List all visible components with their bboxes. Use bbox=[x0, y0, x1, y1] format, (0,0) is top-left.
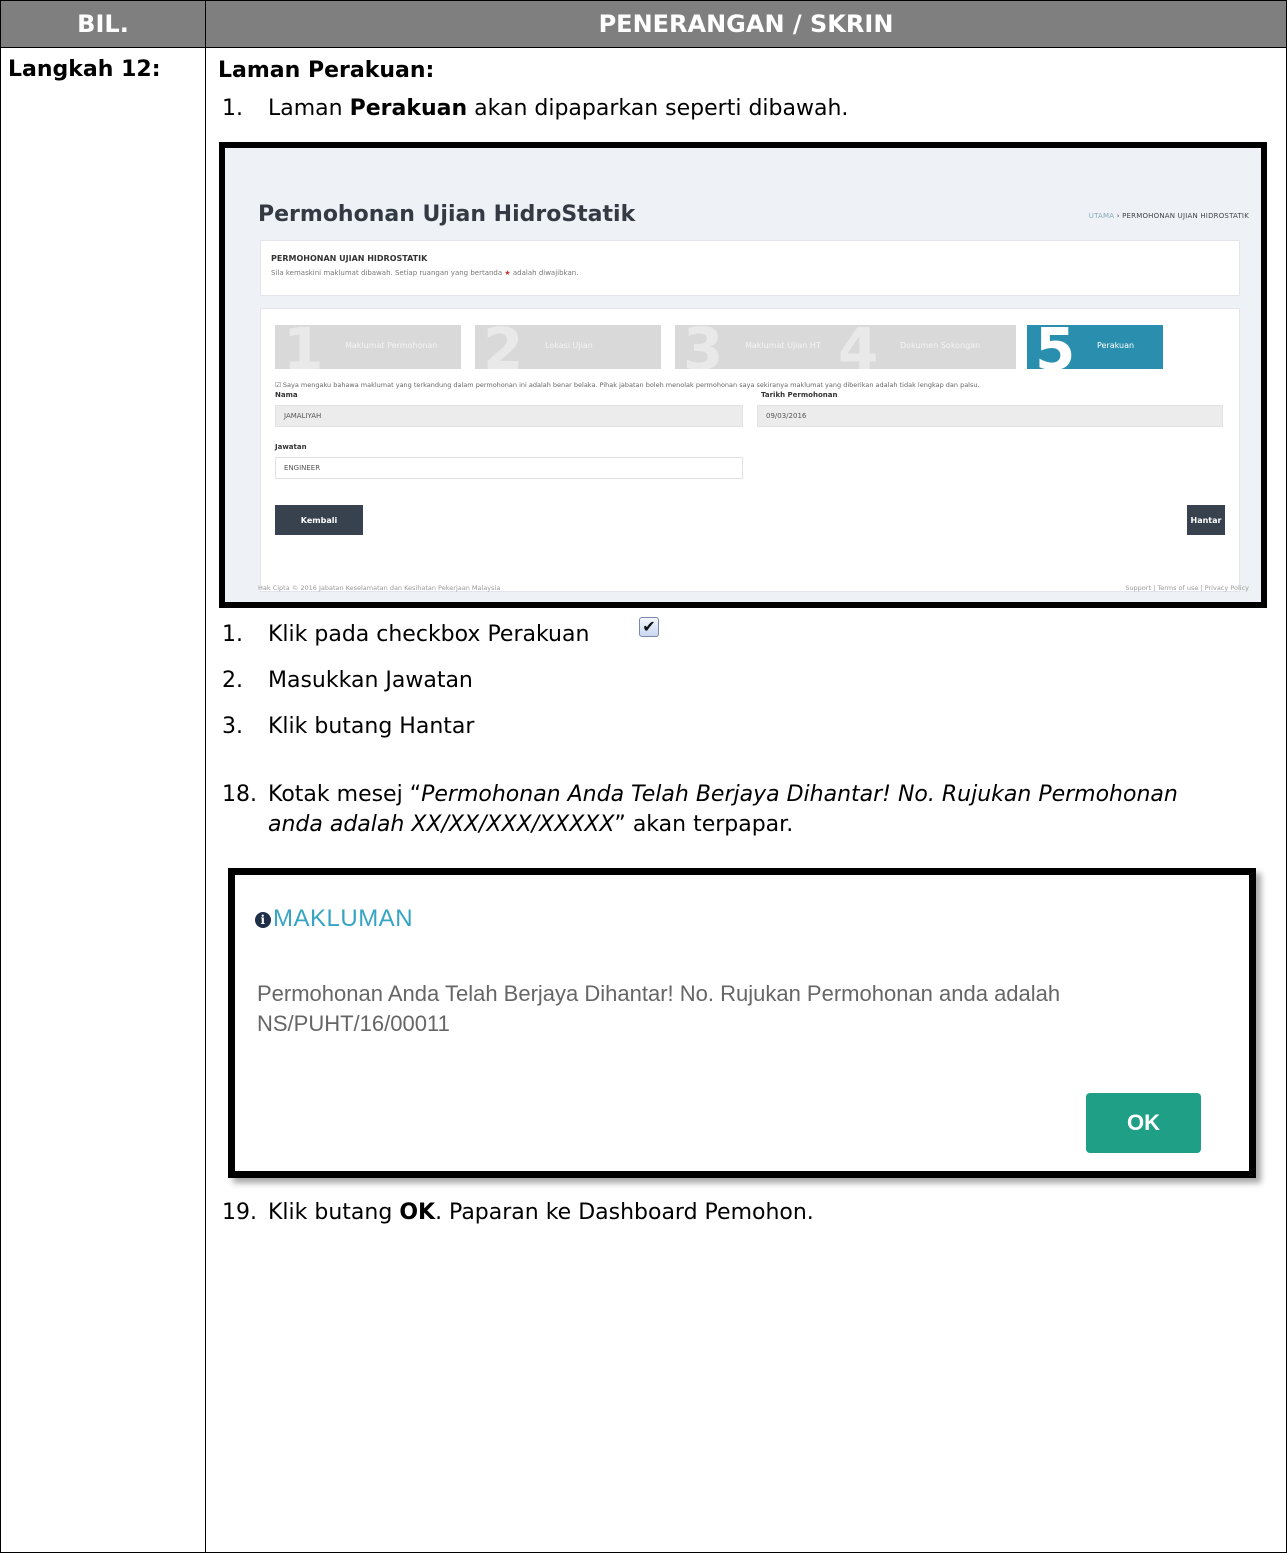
declaration-checkbox-text[interactable]: ☑ Saya mengaku bahawa maklumat yang terk… bbox=[275, 381, 980, 389]
info-circle-icon: i bbox=[255, 912, 271, 928]
hantar-button[interactable]: Hantar bbox=[1187, 505, 1225, 535]
step-18-post: ” akan terpapar. bbox=[614, 812, 794, 837]
instruction-number: 2. bbox=[222, 668, 243, 693]
makluman-dialog-screenshot: i MAKLUMAN Permohonan Anda Telah Berjaya … bbox=[228, 868, 1256, 1178]
instruction-text: Masukkan Jawatan bbox=[268, 668, 473, 693]
checked-checkbox-icon: ✔ bbox=[639, 617, 659, 637]
footer-links[interactable]: Support | Terms of use | Privacy Policy bbox=[1125, 584, 1249, 592]
panel-subtitle: Sila kemaskini maklumat dibawah. Setiap … bbox=[271, 269, 578, 277]
step-number: 5 bbox=[1035, 325, 1076, 369]
instruction-number: 3. bbox=[222, 714, 243, 739]
description-cell: Laman Perakuan: 1. Laman Perakuan akan d… bbox=[205, 47, 1287, 1553]
step-number: 2 bbox=[483, 325, 524, 369]
intro-bold: Perakuan bbox=[349, 96, 468, 121]
ok-button[interactable]: OK bbox=[1086, 1093, 1201, 1153]
step-18-italic-2: anda adalah XX/XX/XXX/XXXXX bbox=[268, 812, 615, 837]
wizard-step-4[interactable]: 4 Dokumen Sokongan bbox=[830, 325, 1016, 369]
app-page-title: Permohonan Ujian HidroStatik bbox=[258, 202, 636, 227]
intro-text: Laman Perakuan akan dipaparkan seperti d… bbox=[268, 94, 848, 124]
kembali-button[interactable]: Kembali bbox=[275, 505, 363, 535]
instruction-text: Klik butang Hantar bbox=[268, 714, 475, 739]
step-label: Maklumat Permohonan bbox=[345, 341, 438, 350]
step-18-text: Kotak mesej “Permohonan Anda Telah Berja… bbox=[268, 780, 1178, 810]
col-header-bil: BIL. bbox=[0, 0, 206, 48]
step-19-post: . Paparan ke Dashboard Pemohon. bbox=[435, 1200, 814, 1225]
tarikh-input[interactable]: 09/03/2016 bbox=[757, 405, 1223, 427]
tarikh-label: Tarikh Permohonan bbox=[761, 391, 838, 399]
form-panel: 1 Maklumat Permohonan 2 Lokasi Ujian 3 M… bbox=[260, 308, 1240, 592]
intro-post: akan dipaparkan seperti dibawah. bbox=[467, 96, 849, 121]
step-number: 3 bbox=[683, 325, 724, 369]
breadcrumb: UTAMA › PERMOHONAN UJIAN HIDROSTATIK bbox=[1088, 212, 1249, 220]
step-19-bold: OK bbox=[399, 1200, 436, 1225]
jawatan-input[interactable]: ENGINEER bbox=[275, 457, 743, 479]
wizard-step-5-active[interactable]: 5 Perakuan bbox=[1027, 325, 1163, 369]
nama-label: Nama bbox=[275, 391, 298, 399]
breadcrumb-home[interactable]: UTAMA bbox=[1089, 212, 1114, 220]
intro-number: 1. bbox=[222, 96, 243, 121]
nama-input[interactable]: JAMALIYAH bbox=[275, 405, 743, 427]
section-title: Laman Perakuan: bbox=[218, 58, 435, 83]
instruction-text: Klik pada checkbox Perakuan bbox=[268, 622, 590, 647]
footer-copyright: Hak Cipta © 2016 Jabatan Keselamatan dan… bbox=[258, 584, 501, 592]
panel-title: PERMOHONAN UJIAN HIDROSTATIK bbox=[271, 254, 428, 263]
manual-table: BIL. PENERANGAN / SKRIN Langkah 12: Lama… bbox=[0, 0, 1287, 1553]
step-label: Perakuan bbox=[1097, 341, 1135, 350]
step-19-text: Klik butang OK. Paparan ke Dashboard Pem… bbox=[268, 1198, 814, 1228]
wizard-step-1[interactable]: 1 Maklumat Permohonan bbox=[275, 325, 461, 369]
perakuan-screenshot: Permohonan Ujian HidroStatik UTAMA › PER… bbox=[219, 142, 1267, 608]
dialog-title-text: MAKLUMAN bbox=[273, 905, 414, 932]
step-19-pre: Klik butang bbox=[268, 1200, 400, 1225]
step-label: Lokasi Ujian bbox=[545, 341, 593, 350]
col-header-penerangan: PENERANGAN / SKRIN bbox=[205, 0, 1287, 48]
step-label: Dokumen Sokongan bbox=[900, 341, 981, 350]
step-19-number: 19. bbox=[222, 1200, 257, 1225]
wizard-steps: 1 Maklumat Permohonan 2 Lokasi Ujian 3 M… bbox=[275, 325, 1215, 369]
step-number: 4 bbox=[838, 325, 879, 369]
panel-subtitle-pre: Sila kemaskini maklumat dibawah. Setiap … bbox=[271, 269, 505, 277]
step-label: Langkah 12: bbox=[8, 57, 161, 82]
dialog-title: i MAKLUMAN bbox=[255, 905, 413, 933]
form-header-panel: PERMOHONAN UJIAN HIDROSTATIK Sila kemask… bbox=[260, 240, 1240, 296]
instruction-number: 1. bbox=[222, 622, 243, 647]
step-number: 1 bbox=[283, 325, 324, 369]
intro-pre: Laman bbox=[268, 96, 350, 121]
step-18-pre: Kotak mesej “ bbox=[268, 782, 422, 807]
breadcrumb-current: PERMOHONAN UJIAN HIDROSTATIK bbox=[1122, 212, 1249, 220]
step-18-number: 18. bbox=[222, 782, 257, 807]
step-18-line-2: anda adalah XX/XX/XXX/XXXXX” akan terpap… bbox=[268, 810, 793, 840]
panel-subtitle-post: adalah diwajibkan. bbox=[510, 269, 579, 277]
dialog-message: Permohonan Anda Telah Berjaya Dihantar! … bbox=[257, 981, 1061, 1036]
step-label: Maklumat Ujian HT bbox=[745, 341, 821, 350]
jawatan-label: Jawatan bbox=[275, 443, 307, 451]
step-18-italic-1: Permohonan Anda Telah Berjaya Dihantar! … bbox=[421, 782, 1178, 807]
wizard-step-2[interactable]: 2 Lokasi Ujian bbox=[475, 325, 661, 369]
step-cell: Langkah 12: bbox=[0, 47, 206, 1553]
